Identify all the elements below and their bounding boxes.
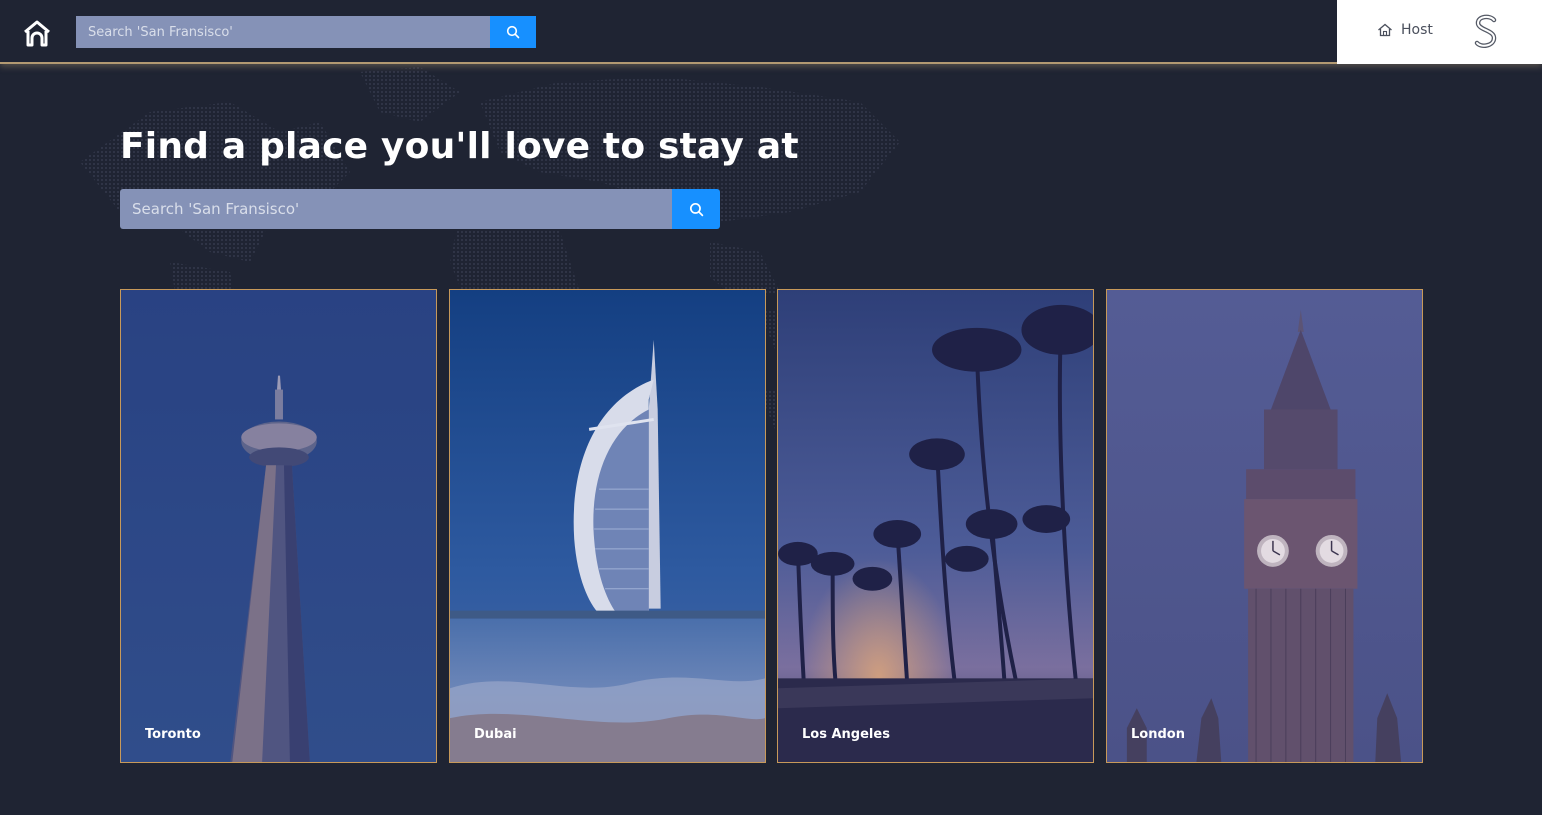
destination-card-los-angeles[interactable]: Los Angeles	[777, 289, 1094, 763]
hero-title: Find a place you'll love to stay at	[120, 126, 799, 167]
host-link[interactable]: Host	[1377, 22, 1433, 38]
big-ben-image	[1107, 290, 1422, 762]
search-icon	[506, 25, 520, 39]
header-search	[76, 16, 536, 48]
home-outline-icon	[1378, 23, 1392, 37]
destination-card-dubai[interactable]: Dubai	[449, 289, 766, 763]
top-navigation-bar: Host	[0, 0, 1542, 64]
s-letter-avatar[interactable]	[1473, 14, 1499, 50]
hero-search-input[interactable]	[120, 189, 672, 229]
destination-label: London	[1131, 727, 1185, 742]
house-arch-icon[interactable]	[22, 18, 52, 48]
destination-label: Los Angeles	[802, 727, 890, 742]
destination-card-toronto[interactable]: Toronto	[120, 289, 437, 763]
header-search-button[interactable]	[490, 16, 536, 48]
cn-tower-image	[121, 290, 436, 762]
burj-al-arab-image	[450, 290, 765, 762]
destination-card-london[interactable]: London	[1106, 289, 1423, 763]
hero-search	[120, 189, 720, 229]
search-icon	[689, 202, 703, 216]
destination-label: Toronto	[145, 727, 201, 742]
destination-label: Dubai	[474, 727, 517, 742]
host-label: Host	[1401, 22, 1433, 38]
header-search-input[interactable]	[76, 16, 490, 48]
palm-trees-image	[778, 290, 1093, 762]
hero-search-button[interactable]	[672, 189, 720, 229]
user-menu-area: Host	[1337, 0, 1542, 64]
